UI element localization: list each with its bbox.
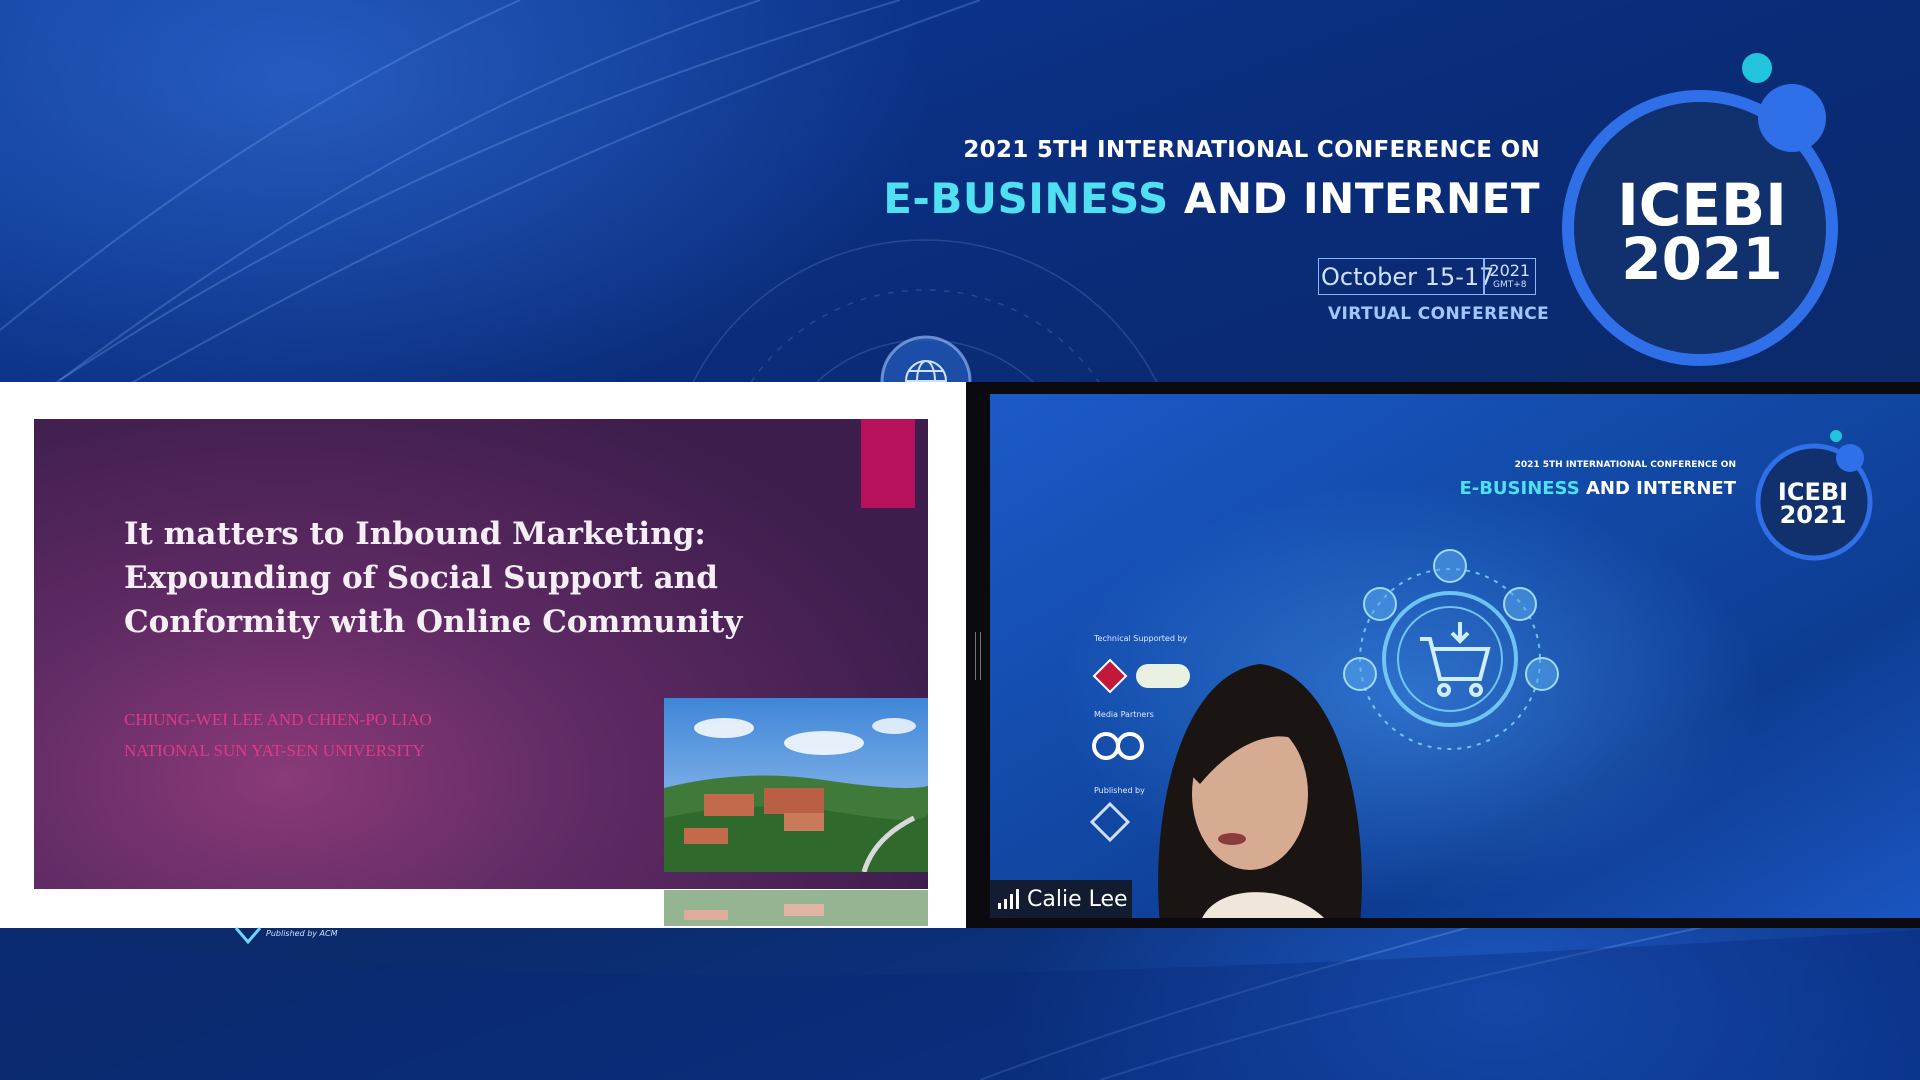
video-logo-line-2: 2021 [1779,501,1847,529]
video-title-accent: E-BUSINESS [1459,478,1580,499]
divider-drag-handle[interactable] [975,632,981,680]
conference-year-box: 2021 GMT+8 [1485,263,1536,290]
slide-author-names: CHIUNG-WEI LEE AND CHIEN-PO LIAO [124,710,432,729]
slide-title-line: Conformity with Online Community [124,604,743,640]
signal-bars-icon [998,889,1019,909]
logo-line-2: 2021 [1621,225,1783,293]
conference-timezone: GMT+8 [1492,280,1527,290]
conference-year: 2021 [1489,261,1531,280]
participant-name: Calie Lee [1027,886,1128,912]
slide-title-line: It matters to Inbound Marketing: [124,516,706,552]
published-by-acm: Published by ACM [266,929,338,938]
conference-date-box: October 15-17 2021 GMT+8 [1318,258,1536,295]
video-logo-text: ICEBI 2021 [1756,480,1870,529]
conference-date: October 15-17 [1321,262,1495,291]
slide-authors: CHIUNG-WEI LEE AND CHIEN-PO LIAO NATIONA… [124,704,432,766]
conference-title-rest: AND INTERNET [1168,174,1540,223]
video-title-rest: AND INTERNET [1579,478,1736,499]
slide-affiliation: NATIONAL SUN YAT-SEN UNIVERSITY [124,741,425,760]
acm-logo-icon [1090,802,1131,842]
slide-accent-tab [861,419,915,508]
campus-photo [664,698,928,872]
campus-photo-reflection [664,890,928,926]
conference-title: E-BUSINESS AND INTERNET [883,174,1540,223]
conference-title-accent: E-BUSINESS [883,174,1169,223]
participant-name-tag: Calie Lee [990,880,1132,918]
conference-mode: VIRTUAL CONFERENCE [1328,304,1550,324]
slide-title-line: Expounding of Social Support and [124,560,718,596]
participant-video[interactable]: 2021 5TH INTERNATIONAL CONFERENCE ON E-B… [990,394,1920,918]
slide-title: It matters to Inbound Marketing: Expound… [124,512,824,644]
video-label-published: Published by [1094,786,1145,795]
conference-subtitle: 2021 5TH INTERNATIONAL CONFERENCE ON [963,137,1540,163]
icebi-logo-text: ICEBI 2021 [1566,176,1838,288]
video-conference-subtitle: 2021 5TH INTERNATIONAL CONFERENCE ON [1514,460,1736,470]
participant-person [1158,664,1362,918]
video-conference-title: E-BUSINESS AND INTERNET [1459,478,1736,499]
